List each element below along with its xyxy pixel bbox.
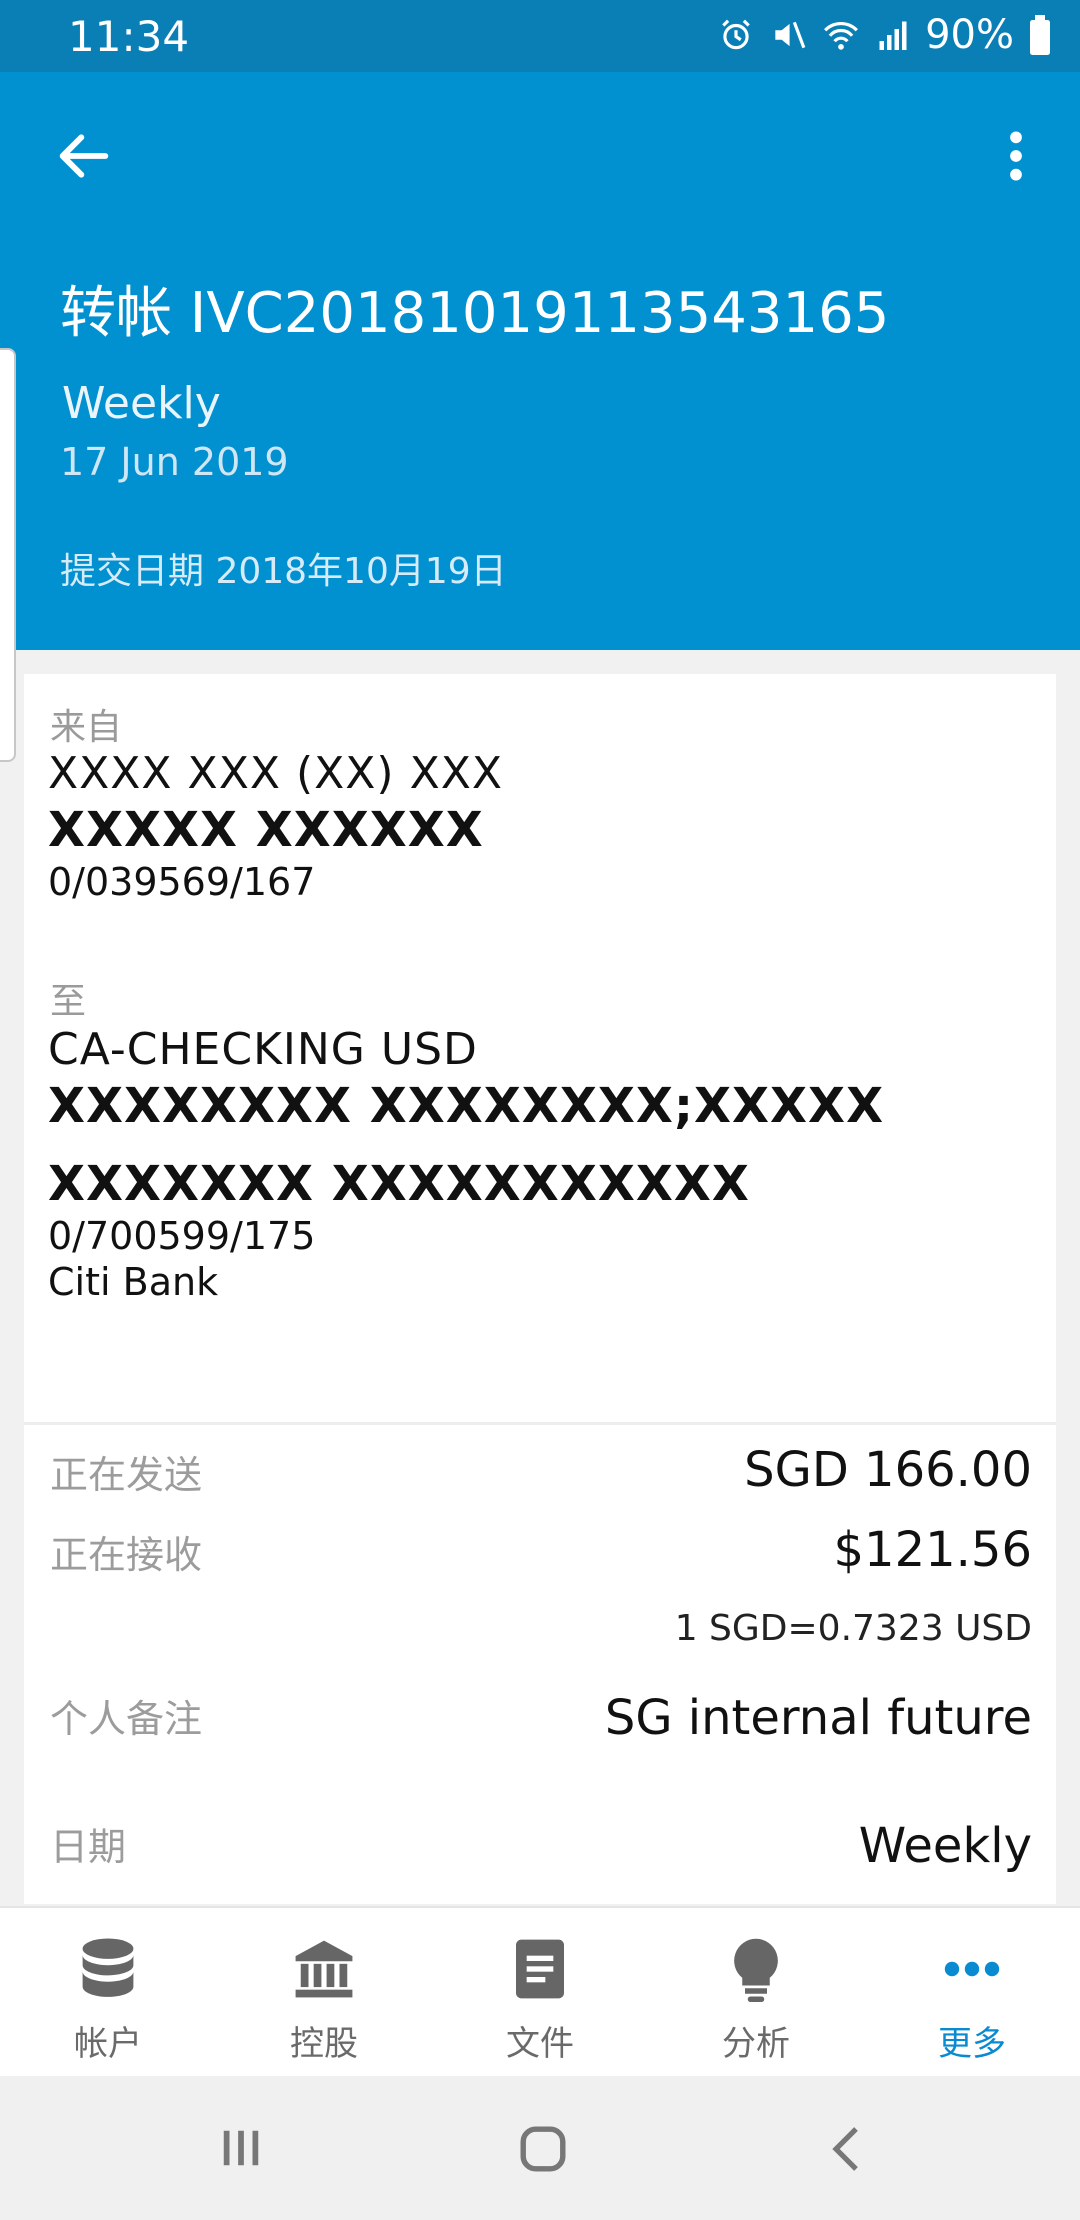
nav-holdings[interactable]: 控股 (216, 1934, 432, 2065)
from-line-1: XXXX XXX (XX) XXX (48, 748, 504, 799)
date-label: 日期 (50, 1825, 127, 1869)
section-divider (24, 1422, 1056, 1425)
nav-insights[interactable]: 分析 (648, 1934, 864, 2065)
chevron-left-icon (832, 2127, 858, 2171)
transfer-date: 17 Jun 2019 (60, 440, 289, 484)
home-icon (520, 2126, 566, 2172)
document-icon (516, 1939, 564, 1999)
exchange-rate: 1 SGD=0.7323 USD (674, 1608, 1032, 1649)
to-label: 至 (50, 981, 87, 1022)
nav-accounts[interactable]: 帐户 (0, 1934, 216, 2065)
transfer-details-card: 来自 XXXX XXX (XX) XXX XXXXX XXXXXX 0/0395… (24, 674, 1056, 1904)
memo-label: 个人备注 (50, 1697, 203, 1741)
signal-icon (879, 21, 907, 50)
status-time: 11:34 (68, 12, 190, 61)
recents-button[interactable] (218, 2124, 264, 2176)
bank-icon (295, 1940, 353, 1998)
status-bar: 11:34 90% (0, 0, 1080, 72)
receiving-label: 正在接收 (50, 1533, 203, 1577)
lightbulb-icon (734, 1938, 778, 2002)
submitted-date: 提交日期 2018年10月19日 (60, 551, 507, 592)
date-value: Weekly (858, 1818, 1032, 1874)
transfer-header: 转帐 IVC20181019113543165 Weekly 17 Jun 20… (0, 72, 1080, 650)
sending-amount: SGD 166.00 (744, 1442, 1032, 1498)
to-line-2: XXXXXXXX XXXXXXXX;XXXXX (48, 1078, 885, 1134)
more-vertical-icon (1010, 131, 1022, 181)
system-navigation-bar (0, 2076, 1080, 2220)
to-line-1: CA-CHECKING USD (48, 1024, 478, 1075)
sending-label: 正在发送 (50, 1453, 203, 1497)
more-horizontal-icon (944, 1961, 1000, 1977)
edge-panel-handle[interactable] (0, 348, 16, 762)
to-bank-name: Citi Bank (48, 1260, 219, 1304)
recents-icon (223, 2130, 259, 2166)
nav-accounts-label: 帐户 (74, 2024, 142, 2064)
from-line-2: XXXXX XXXXXX (48, 802, 484, 858)
receiving-amount: $121.56 (833, 1522, 1033, 1578)
bottom-navigation: 帐户 控股 文件 分析 更多 (0, 1906, 1080, 2078)
nav-more[interactable]: 更多 (864, 1934, 1080, 2065)
database-icon (82, 1938, 134, 1997)
arrow-left-icon (59, 134, 109, 178)
battery-icon (1030, 15, 1050, 55)
nav-documents[interactable]: 文件 (432, 1934, 648, 2065)
nav-insights-label: 分析 (722, 2024, 790, 2064)
to-account-number: 0/700599/175 (48, 1214, 316, 1258)
back-button[interactable] (52, 124, 116, 188)
home-button[interactable] (518, 2124, 568, 2178)
status-icons: 90% (717, 12, 1052, 58)
memo-value: SG internal future (604, 1690, 1032, 1746)
from-account-number: 0/039569/167 (48, 860, 316, 904)
page-title: 转帐 IVC20181019113543165 (60, 281, 890, 346)
nav-documents-label: 文件 (506, 2024, 574, 2064)
overflow-menu-button[interactable] (992, 124, 1040, 188)
transfer-frequency: Weekly (62, 378, 221, 429)
from-label: 来自 (50, 707, 123, 748)
to-line-3: XXXXXXX XXXXXXXXXXX (48, 1156, 750, 1212)
nav-holdings-label: 控股 (290, 2024, 358, 2064)
mute-icon (775, 21, 806, 49)
nav-more-label: 更多 (938, 2024, 1006, 2064)
back-nav-button[interactable] (826, 2124, 866, 2178)
alarm-icon (722, 19, 750, 50)
battery-percent: 90% (925, 12, 1014, 58)
wifi-icon (824, 22, 859, 50)
